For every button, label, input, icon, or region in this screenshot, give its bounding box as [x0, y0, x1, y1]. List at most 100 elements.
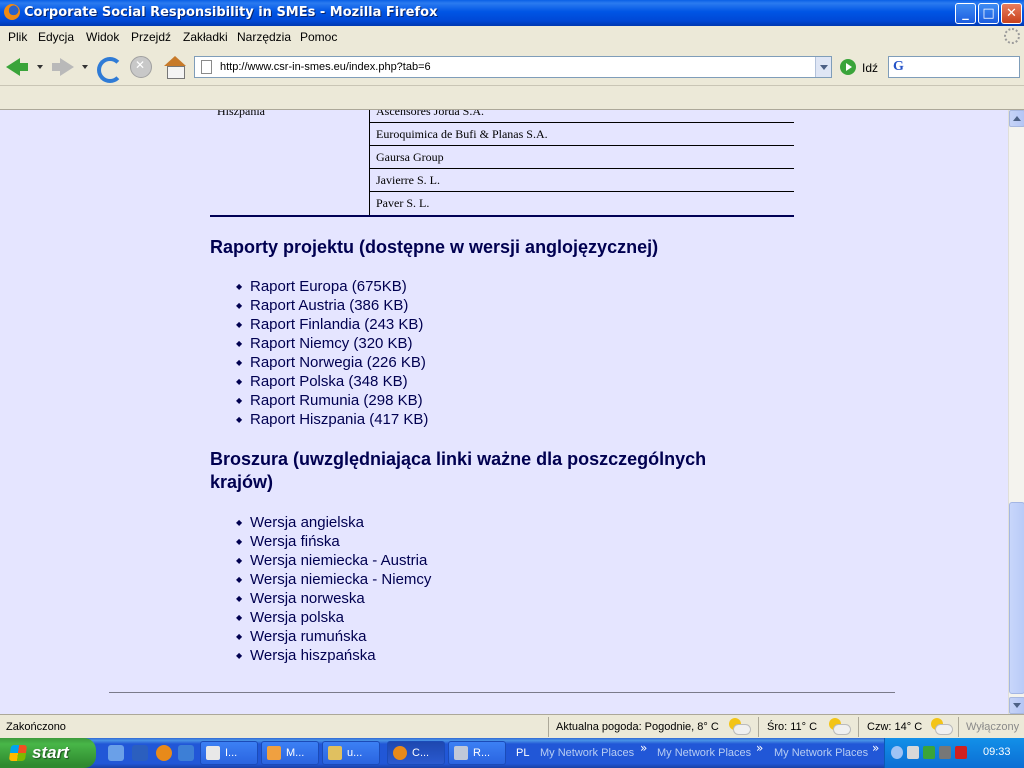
brochure-link-spanish[interactable]: Wersja hiszpańska — [236, 646, 431, 665]
vertical-scrollbar[interactable] — [1008, 110, 1024, 714]
brochure-list: Wersja angielska Wersja fińska Wersja ni… — [236, 513, 431, 665]
search-input[interactable]: G — [888, 56, 1020, 78]
antivirus-icon[interactable] — [923, 746, 935, 759]
weather-today[interactable]: Aktualna pogoda: Pogodnie, 8° C — [556, 721, 719, 733]
status-text: Zakończono — [6, 721, 66, 733]
brochure-link-romanian[interactable]: Wersja rumuńska — [236, 627, 431, 646]
start-button[interactable]: start — [0, 738, 96, 768]
chevron-icon[interactable]: » — [640, 741, 647, 755]
firefox-icon — [393, 746, 407, 760]
title-bar: Corporate Social Responsibility in SMEs … — [0, 0, 1024, 26]
close-button[interactable]: ✕ — [1001, 3, 1022, 24]
report-link-europe[interactable]: Raport Europa (675KB) — [236, 277, 428, 296]
table-bottom-border — [210, 215, 794, 217]
menu-edit[interactable]: Edycja — [38, 30, 74, 44]
minimize-button[interactable]: _ — [955, 3, 976, 24]
url-bar[interactable]: http://www.csr-in-smes.eu/index.php?tab=… — [194, 56, 832, 78]
brochure-link-german-germany[interactable]: Wersja niemiecka - Niemcy — [236, 570, 431, 589]
maximize-button[interactable]: □ — [978, 3, 999, 24]
back-icon[interactable] — [4, 54, 30, 80]
company-row: Paver S. L. — [370, 192, 794, 215]
brochure-link-polish[interactable]: Wersja polska — [236, 608, 431, 627]
company-name: Gaursa Group — [376, 150, 444, 164]
menu-go[interactable]: Przejdź — [131, 30, 171, 44]
reload-icon[interactable] — [94, 54, 123, 83]
report-link-romania[interactable]: Raport Rumunia (298 KB) — [236, 391, 428, 410]
status-separator — [758, 717, 759, 737]
brochure-link-english[interactable]: Wersja angielska — [236, 513, 431, 532]
status-separator — [548, 717, 549, 737]
menu-view[interactable]: Widok — [86, 30, 119, 44]
page-content: Hiszpania Ascensores Jordá S.A. Euroquim… — [0, 110, 1008, 714]
quicklaunch-more-icon[interactable] — [178, 745, 194, 761]
report-link-spain[interactable]: Raport Hiszpania (417 KB) — [236, 410, 428, 429]
stop-icon[interactable] — [128, 54, 154, 80]
forward-history-dropdown-icon[interactable] — [82, 65, 88, 69]
reports-list: Raport Europa (675KB) Raport Austria (38… — [236, 277, 428, 429]
scroll-up-icon[interactable] — [1009, 110, 1024, 127]
language-indicator[interactable]: PL — [516, 747, 529, 759]
brochure-link-german-austria[interactable]: Wersja niemiecka - Austria — [236, 551, 431, 570]
network-places-toolbar[interactable]: My Network Places — [657, 747, 751, 759]
footer-divider — [109, 692, 895, 693]
addon-status[interactable]: Wyłączony — [966, 721, 1019, 733]
menu-file[interactable]: Plik — [8, 30, 27, 44]
report-link-germany[interactable]: Raport Niemcy (320 KB) — [236, 334, 428, 353]
brochure-heading: Broszura (uwzględniająca linki ważne dla… — [210, 449, 707, 492]
url-dropdown-icon[interactable] — [815, 57, 831, 77]
company-row: Euroquimica de Bufi & Planas S.A. — [370, 123, 794, 146]
scroll-thumb[interactable] — [1009, 502, 1024, 694]
weather-thursday[interactable]: Czw: 14° C — [867, 721, 922, 733]
chevron-icon[interactable]: » — [872, 741, 879, 755]
menu-tools[interactable]: Narzędzia — [237, 30, 291, 44]
partly-cloudy-icon — [827, 717, 851, 735]
url-text[interactable]: http://www.csr-in-smes.eu/index.php?tab=… — [220, 61, 431, 73]
report-link-norway[interactable]: Raport Norwegia (226 KB) — [236, 353, 428, 372]
taskbar-button[interactable]: M... — [261, 741, 319, 765]
taskbar-button-firefox[interactable]: C... — [387, 741, 445, 765]
company-name: Euroquimica de Bufi & Planas S.A. — [376, 127, 548, 141]
scroll-down-icon[interactable] — [1009, 697, 1024, 714]
report-link-finland[interactable]: Raport Finlandia (243 KB) — [236, 315, 428, 334]
security-icon[interactable] — [939, 746, 951, 759]
page-icon — [201, 60, 212, 74]
menu-help[interactable]: Pomoc — [300, 30, 337, 44]
taskbar-button[interactable]: R... — [448, 741, 506, 765]
show-desktop-icon[interactable] — [108, 745, 124, 761]
kaspersky-icon[interactable] — [955, 746, 967, 759]
status-separator — [858, 717, 859, 737]
firefox-icon — [4, 4, 20, 20]
network-places-toolbar[interactable]: My Network Places — [540, 747, 634, 759]
forward-icon[interactable] — [50, 54, 76, 80]
home-icon[interactable] — [162, 54, 188, 80]
back-history-dropdown-icon[interactable] — [37, 65, 43, 69]
reports-heading: Raporty projektu (dostępne w wersji angl… — [210, 237, 659, 257]
windows-logo-icon — [8, 745, 28, 761]
go-button-label[interactable]: Idź — [862, 61, 878, 75]
clock: 09:33 — [983, 746, 1011, 758]
menu-bookmarks[interactable]: Zakładki — [183, 30, 228, 44]
brochure-link-norwegian[interactable]: Wersja norweska — [236, 589, 431, 608]
menu-bar: Plik Edycja Widok Przejdź Zakładki Narzę… — [0, 26, 1024, 48]
network-places-toolbar[interactable]: My Network Places — [774, 747, 868, 759]
taskbar-button[interactable]: I... — [200, 741, 258, 765]
status-separator — [958, 717, 959, 737]
go-icon[interactable] — [840, 59, 856, 75]
brochure-link-finnish[interactable]: Wersja fińska — [236, 532, 431, 551]
company-row: Javierre S. L. — [370, 169, 794, 192]
google-search-engine-icon[interactable]: G — [893, 59, 904, 75]
tray-expand-icon[interactable] — [891, 746, 903, 759]
network-icon[interactable] — [907, 746, 919, 759]
chevron-icon[interactable]: » — [756, 741, 763, 755]
report-link-austria[interactable]: Raport Austria (386 KB) — [236, 296, 428, 315]
taskbar-button[interactable]: u... — [322, 741, 380, 765]
taskbar: start I... M... u... C... R... PL My Net… — [0, 738, 1024, 768]
firefox-quicklaunch-icon[interactable] — [156, 745, 172, 761]
weather-wednesday[interactable]: Śro: 11° C — [767, 721, 817, 733]
report-link-poland[interactable]: Raport Polska (348 KB) — [236, 372, 428, 391]
activity-throbber-icon — [1004, 28, 1020, 44]
status-bar: Zakończono Aktualna pogoda: Pogodnie, 8°… — [0, 714, 1024, 738]
company-row: Ascensores Jordá S.A. — [370, 110, 794, 123]
company-name: Ascensores Jordá S.A. — [376, 110, 484, 118]
word-icon[interactable] — [132, 745, 148, 761]
